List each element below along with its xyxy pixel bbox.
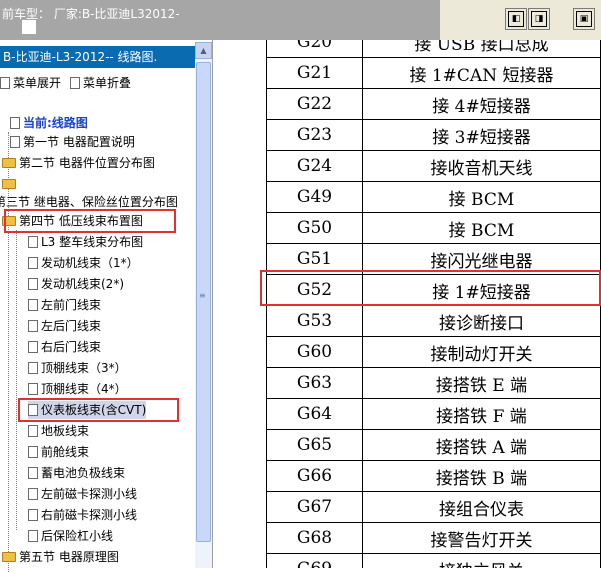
tree-item-engine-2[interactable]: 发动机线束(2*) (28, 275, 124, 293)
folder-icon (2, 158, 16, 168)
table-row: G60 接制动灯开关 (266, 336, 601, 368)
table-row: G22 接 4#短接器 (266, 88, 601, 120)
tree-item-left-card-sensor[interactable]: 左前磁卡探测小线 (28, 485, 137, 503)
collapse-icon (70, 77, 80, 89)
scroll-thumb[interactable] (196, 62, 211, 542)
table-row: G53 接诊断接口 (266, 305, 601, 337)
document-icon (28, 320, 38, 332)
tree-item-folder[interactable] (2, 175, 19, 193)
instrument-panel-highlight (18, 398, 179, 422)
dock-right-icon: ◨ (531, 11, 547, 27)
document-icon (28, 257, 38, 269)
tree-item-floor[interactable]: 地板线束 (28, 422, 89, 440)
table-row: G23 接 3#短接器 (266, 119, 601, 151)
document-icon (28, 509, 38, 521)
table-row: G24 接收音机天线 (266, 150, 601, 182)
tree-item-battery-negative[interactable]: 蓄电池负极线束 (28, 464, 125, 482)
scroll-up-button[interactable]: ▲ (195, 42, 212, 59)
document-icon (28, 425, 38, 437)
section-4-highlight (4, 209, 176, 233)
table-row: G66 接搭铁 B 端 (266, 460, 601, 492)
tree-item-rear-bumper[interactable]: 后保险杠小线 (28, 527, 113, 545)
tree-item-right-rear-door[interactable]: 右后门线束 (28, 338, 101, 356)
table-row: G67 接组合仪表 (266, 491, 601, 523)
folder-icon (2, 179, 16, 189)
tree-item-l3-overview[interactable]: L3 整车线束分布图 (28, 233, 143, 251)
document-icon (28, 530, 38, 542)
nav-first-button[interactable]: ◧ (505, 8, 527, 30)
table-row: G69接独立风关 (266, 553, 601, 568)
folder-icon (2, 552, 16, 562)
current-doc-icon (10, 117, 20, 129)
document-icon (28, 383, 38, 395)
table-row: G50 接 BCM (266, 212, 601, 244)
table-row: G64 接搭铁 F 端 (266, 398, 601, 430)
sidebar-tree: B-比亚迪-L3-2012-- 线路图. 菜单展开 菜单折叠 当前:线路图 第一… (0, 40, 213, 572)
table-row: G49 接 BCM (266, 181, 601, 213)
maximize-icon: ▣ (576, 11, 592, 27)
document-icon (28, 362, 38, 374)
tree-item-left-front-door[interactable]: 左前门线束 (28, 296, 101, 314)
collapse-all-button[interactable]: 菜单折叠 (70, 74, 131, 91)
current-location: 当前:线路图 (10, 114, 88, 131)
scroll-grip-icon: ≡ (199, 291, 206, 300)
tree-item-engine-1[interactable]: 发动机线束（1*） (28, 254, 139, 272)
tree-item-roof-4[interactable]: 顶棚线束（4*） (28, 380, 127, 398)
document-icon (28, 299, 38, 311)
dock-left-icon: ◧ (508, 11, 524, 27)
sidebar-title: B-比亚迪-L3-2012-- 线路图. (0, 46, 195, 68)
window-square-icon (22, 20, 36, 34)
top-bar: 前车型： 厂家:B-比亚迪L32012- ◧ ◨ ▣ (0, 0, 601, 40)
table-row: G20 接 USB 接口总成 (266, 40, 601, 58)
document-icon (10, 136, 20, 148)
tree-line (16, 230, 17, 530)
tree-item-roof-3[interactable]: 顶棚线束（3*） (28, 359, 127, 377)
table-row: G21 接 1#CAN 短接器 (266, 57, 601, 89)
tree-item-left-rear-door[interactable]: 左后门线束 (28, 317, 101, 335)
table-row: G63 接搭铁 E 端 (266, 367, 601, 399)
nav-last-button[interactable]: ▣ (573, 8, 595, 30)
tree-item-section-2[interactable]: 第二节 电器件位置分布图 (2, 154, 155, 172)
tree-item-right-card-sensor[interactable]: 右前磁卡探测小线 (28, 506, 137, 524)
g52-row-highlight (260, 270, 601, 306)
table-row: G65 接搭铁 A 端 (266, 429, 601, 461)
tree-item-section-5[interactable]: 第五节 电器原理图 (2, 548, 119, 566)
expand-icon (0, 77, 10, 89)
document-icon (28, 278, 38, 290)
table-row: G68 接警告灯开关 (266, 522, 601, 554)
vehicle-title-bar: 前车型： 厂家:B-比亚迪L32012- (0, 0, 440, 40)
document-icon (28, 236, 38, 248)
pin-table-view: G20 接 USB 接口总成 G21 接 1#CAN 短接器 G22 接 4#短接器 … (214, 40, 601, 568)
expand-all-button[interactable]: 菜单展开 (0, 74, 61, 91)
tree-item-front-cabin[interactable]: 前舱线束 (28, 443, 89, 461)
tree-item-section-1[interactable]: 第一节 电器配置说明 (10, 133, 135, 151)
nav-middle-button[interactable]: ◨ (528, 8, 550, 30)
sidebar-scrollbar[interactable]: ▲ ≡ (195, 42, 212, 568)
document-icon (28, 488, 38, 500)
document-icon (28, 467, 38, 479)
document-icon (28, 446, 38, 458)
document-icon (28, 341, 38, 353)
